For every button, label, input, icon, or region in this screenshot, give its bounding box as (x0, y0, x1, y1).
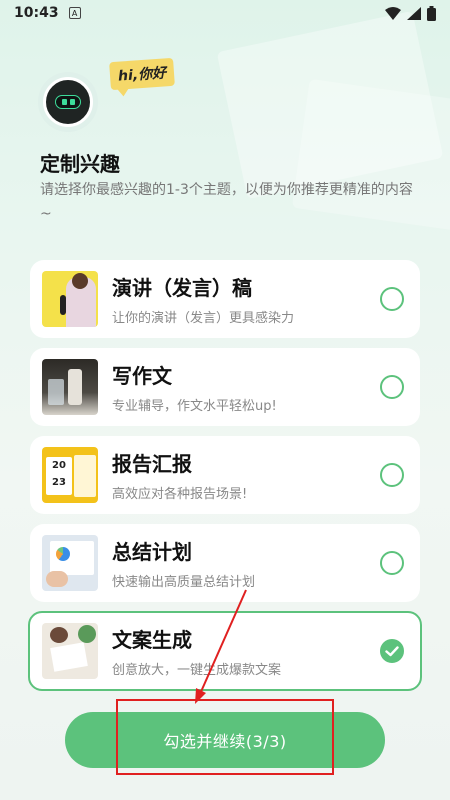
status-time: 10:43 (14, 5, 59, 21)
report-thumbnail: 20 23 (42, 447, 98, 503)
topic-title: 文案生成 (112, 628, 192, 652)
topic-card-copywriting[interactable]: 文案生成 创意放大，一键生成爆款文案 (28, 611, 422, 691)
topic-title: 演讲（发言）稿 (112, 276, 252, 300)
annotation-box (116, 699, 334, 775)
page-subtitle: 请选择你最感兴趣的1-3个主题，以便为你推荐更精准的内容~ (40, 182, 413, 222)
topic-card-essay[interactable]: 写作文 专业辅导，作文水平轻松up! (30, 348, 420, 426)
status-bar: 10:43 A (0, 0, 450, 26)
topic-card-speech[interactable]: 演讲（发言）稿 让你的演讲（发言）更具感染力 (30, 260, 420, 338)
signal-icon (407, 6, 421, 20)
essay-thumbnail (42, 359, 98, 415)
topic-title: 报告汇报 (112, 452, 192, 476)
topic-desc: 创意放大，一键生成爆款文案 (112, 663, 282, 678)
topic-radio[interactable] (380, 463, 404, 487)
page-title: 定制兴趣 (40, 152, 120, 176)
topic-radio[interactable] (380, 551, 404, 575)
summary-thumbnail (42, 535, 98, 591)
wifi-icon (385, 6, 401, 20)
topic-title: 写作文 (112, 364, 172, 388)
check-icon (385, 645, 399, 656)
notification-icon: A (68, 7, 81, 19)
greeting-bubble: hi,你好 (109, 57, 175, 91)
topic-radio[interactable] (380, 287, 404, 311)
topic-card-summary[interactable]: 总结计划 快速输出高质量总结计划 (30, 524, 420, 602)
robot-avatar-icon (38, 72, 98, 132)
copywriting-thumbnail (42, 623, 98, 679)
topic-desc: 高效应对各种报告场景! (112, 487, 248, 502)
topic-card-report[interactable]: 20 23 报告汇报 高效应对各种报告场景! (30, 436, 420, 514)
topic-title: 总结计划 (112, 540, 192, 564)
topic-radio-checked[interactable] (380, 639, 404, 663)
speech-thumbnail (42, 271, 98, 327)
topic-radio[interactable] (380, 375, 404, 399)
topic-desc: 快速输出高质量总结计划 (112, 575, 256, 590)
topic-desc: 让你的演讲（发言）更具感染力 (112, 311, 295, 326)
battery-icon (427, 5, 436, 21)
topic-desc: 专业辅导，作文水平轻松up! (112, 399, 277, 414)
